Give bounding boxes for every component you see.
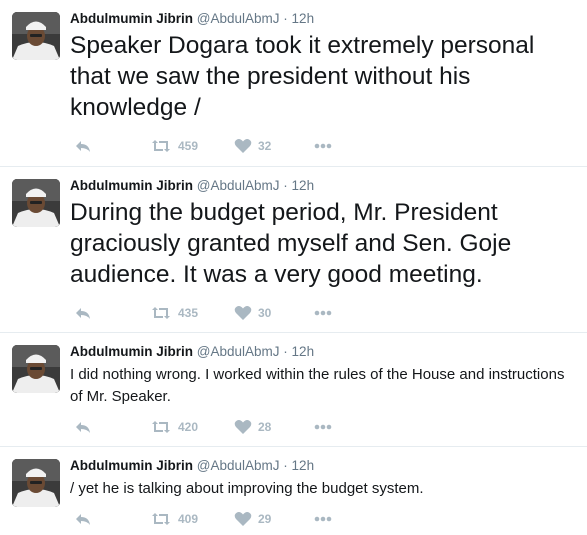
user-handle[interactable]: @AbdulAbmJ <box>197 344 280 359</box>
display-name[interactable]: Abdulmumin Jibrin <box>70 178 193 193</box>
tweet-header: Abdulmumin Jibrin @AbdulAbmJ · 12h <box>70 457 314 475</box>
tweet-header: Abdulmumin Jibrin @AbdulAbmJ · 12h <box>70 177 314 195</box>
like-button[interactable]: 28 <box>234 417 271 437</box>
avatar[interactable] <box>12 179 60 227</box>
heart-icon <box>234 512 252 526</box>
timestamp[interactable]: 12h <box>292 344 315 359</box>
timestamp[interactable]: 12h <box>292 11 315 26</box>
reply-button[interactable] <box>74 509 92 529</box>
retweet-button[interactable]: 409 <box>150 509 198 529</box>
retweet-button[interactable]: 435 <box>150 303 198 323</box>
user-handle[interactable]: @AbdulAbmJ <box>197 458 280 473</box>
tweet[interactable]: Abdulmumin Jibrin @AbdulAbmJ · 12h Speak… <box>0 0 587 167</box>
tweet-text: / yet he is talking about improving the … <box>70 480 424 497</box>
retweet-count: 420 <box>178 420 199 434</box>
retweet-icon <box>152 140 170 152</box>
display-name[interactable]: Abdulmumin Jibrin <box>70 344 193 359</box>
separator: · <box>283 344 288 359</box>
timestamp[interactable]: 12h <box>292 458 315 473</box>
like-button[interactable]: 29 <box>234 509 271 529</box>
retweet-count: 435 <box>178 306 199 320</box>
retweet-count: 459 <box>178 139 199 153</box>
heart-icon <box>234 139 252 153</box>
retweet-icon <box>152 307 170 319</box>
retweet-count: 409 <box>178 512 199 526</box>
like-count: 32 <box>258 139 272 153</box>
reply-icon <box>76 308 90 319</box>
more-button[interactable] <box>314 509 332 529</box>
like-button[interactable]: 32 <box>234 136 271 156</box>
like-count: 29 <box>258 512 272 526</box>
like-count: 28 <box>258 420 272 434</box>
tweet-header: Abdulmumin Jibrin @AbdulAbmJ · 12h <box>70 343 314 361</box>
separator: · <box>283 458 288 473</box>
like-count: 30 <box>258 306 272 320</box>
user-handle[interactable]: @AbdulAbmJ <box>197 178 280 193</box>
more-button[interactable] <box>314 303 332 323</box>
reply-button[interactable] <box>74 136 92 156</box>
more-icon <box>314 516 332 522</box>
more-icon <box>314 310 332 316</box>
avatar[interactable] <box>12 345 60 393</box>
reply-button[interactable] <box>74 303 92 323</box>
like-button[interactable]: 30 <box>234 303 271 323</box>
separator: · <box>283 178 288 193</box>
retweet-icon <box>152 513 170 525</box>
timestamp[interactable]: 12h <box>292 178 315 193</box>
avatar[interactable] <box>12 459 60 507</box>
heart-icon <box>234 420 252 434</box>
avatar[interactable] <box>12 12 60 60</box>
retweet-button[interactable]: 459 <box>150 136 198 156</box>
tweet[interactable]: Abdulmumin Jibrin @AbdulAbmJ · 12h Durin… <box>0 167 587 333</box>
reply-icon <box>76 141 90 152</box>
display-name[interactable]: Abdulmumin Jibrin <box>70 458 193 473</box>
tweet[interactable]: Abdulmumin Jibrin @AbdulAbmJ · 12h I did… <box>0 333 587 447</box>
reply-icon <box>76 422 90 433</box>
more-button[interactable] <box>314 136 332 156</box>
user-handle[interactable]: @AbdulAbmJ <box>197 11 280 26</box>
retweet-button[interactable]: 420 <box>150 417 198 437</box>
retweet-icon <box>152 421 170 433</box>
timeline: Abdulmumin Jibrin @AbdulAbmJ · 12h Speak… <box>0 0 587 535</box>
reply-button[interactable] <box>74 417 92 437</box>
heart-icon <box>234 306 252 320</box>
more-icon <box>314 143 332 149</box>
tweet-text: Speaker Dogara took it extremely persona… <box>70 32 535 121</box>
tweet-text: During the budget period, Mr. President … <box>70 199 512 288</box>
tweet-header: Abdulmumin Jibrin @AbdulAbmJ · 12h <box>70 10 314 28</box>
reply-icon <box>76 514 90 525</box>
more-button[interactable] <box>314 417 332 437</box>
separator: · <box>283 11 288 26</box>
more-icon <box>314 424 332 430</box>
tweet-text: I did nothing wrong. I worked within the… <box>70 366 565 405</box>
display-name[interactable]: Abdulmumin Jibrin <box>70 11 193 26</box>
tweet[interactable]: Abdulmumin Jibrin @AbdulAbmJ · 12h / yet… <box>0 447 587 535</box>
